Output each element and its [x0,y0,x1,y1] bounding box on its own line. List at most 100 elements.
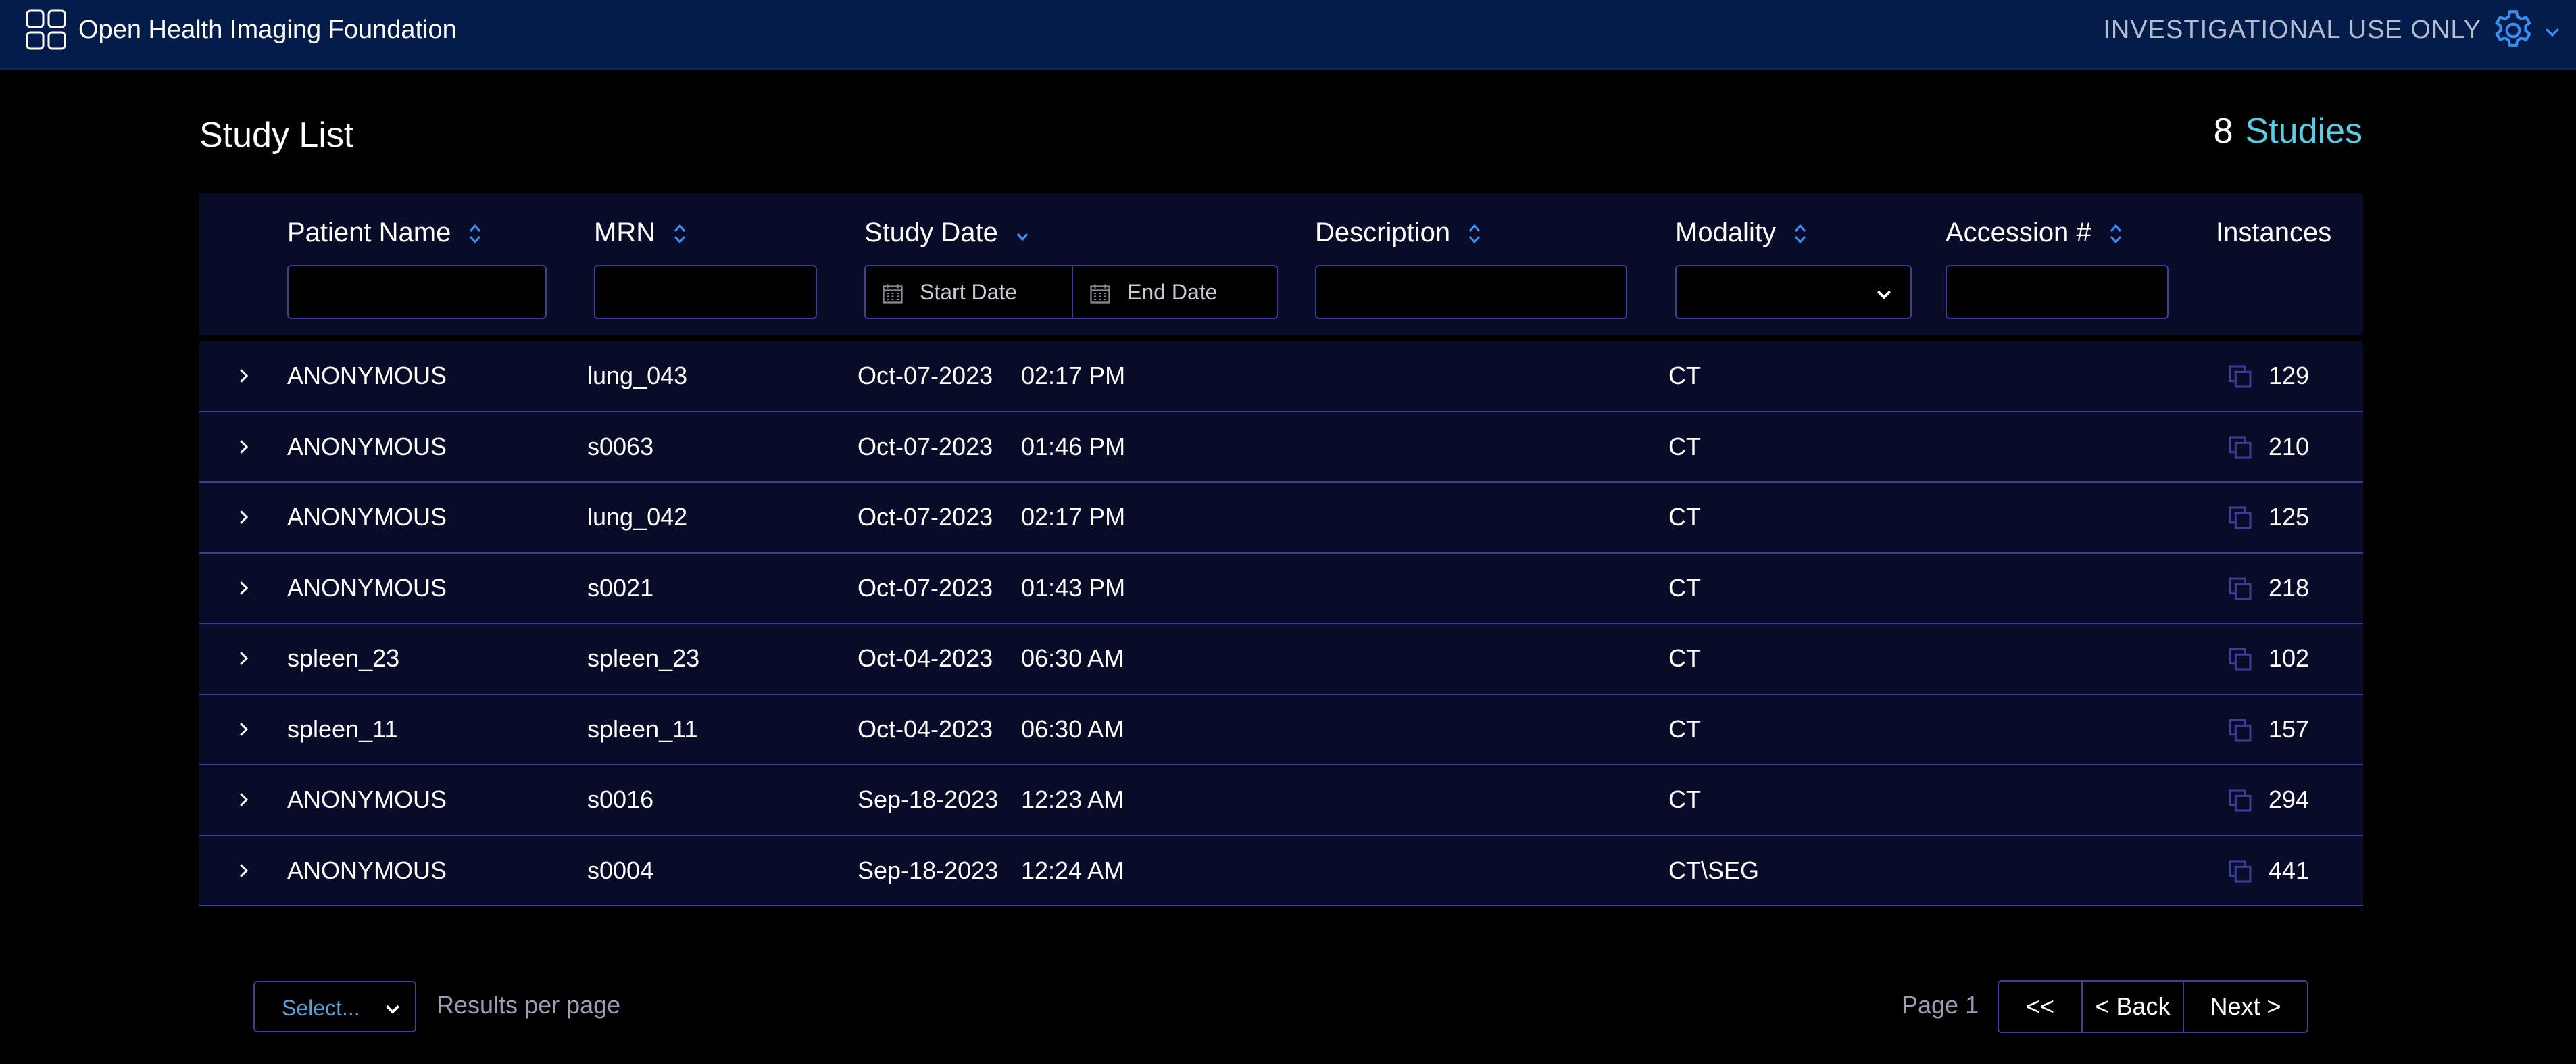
chevron-down-icon [2546,28,2559,37]
settings-button[interactable] [2490,7,2565,54]
study-date-range-filter: Start Date End Date [864,265,1278,319]
column-label: MRN [594,218,656,247]
study-time-cell: 01:43 PM [1021,573,1126,602]
chevron-right-icon[interactable] [233,861,253,881]
series-stack-icon [2229,506,2252,529]
patient-name-cell: spleen_11 [287,715,398,743]
modality-cell: CT [1668,785,1701,813]
modality-cell: CT [1668,715,1701,743]
study-time-cell: 02:17 PM [1021,503,1126,531]
sort-icon [2110,224,2121,244]
sort-icon [470,224,481,244]
chevron-right-icon[interactable] [233,719,253,740]
column-label: Study Date [864,218,998,247]
accession-filter[interactable] [1946,265,2169,319]
table-row[interactable]: ANONYMOUS s0021 Oct-07-2023 01:43 PM CT … [199,553,2363,624]
sort-icon [674,224,686,244]
series-stack-icon [2229,860,2252,882]
investigational-notice: INVESTIGATIONAL USE ONLY [2103,16,2481,44]
instances-cell: 157 [2269,715,2310,743]
study-date-cell: Sep-18-2023 [858,856,999,884]
mrn-filter[interactable] [594,265,817,319]
series-stack-icon [2229,365,2252,388]
column-header-study-date[interactable]: Study Date [864,214,1030,251]
app-title: Open Health Imaging Foundation [78,16,457,44]
patient-name-cell: ANONYMOUS [287,856,447,884]
patient-name-cell: ANONYMOUS [287,785,447,813]
modality-cell: CT [1668,362,1701,389]
chevron-right-icon[interactable] [233,437,253,457]
results-per-page-label: Results per page [437,991,621,1019]
mrn-cell: lung_042 [587,503,688,531]
patient-name-cell: ANONYMOUS [287,432,447,460]
column-header-accession[interactable]: Accession # [1946,214,2123,251]
table-row[interactable]: spleen_11 spleen_11 Oct-04-2023 06:30 AM… [199,694,2363,765]
series-stack-icon [2229,436,2252,458]
next-button[interactable]: Next > [2183,982,2307,1032]
study-count-label: Studies [2245,112,2362,151]
start-date-input[interactable]: Start Date [866,266,1072,318]
mrn-cell: s0063 [587,432,654,460]
end-date-input[interactable]: End Date [1072,266,1278,318]
patient-name-cell: ANONYMOUS [287,503,447,531]
pagination: << < Back Next > [1998,980,2308,1033]
study-date-cell: Oct-07-2023 [858,503,993,531]
table-row[interactable]: ANONYMOUS s0004 Sep-18-2023 12:24 AM CT\… [199,836,2363,906]
table-row[interactable]: ANONYMOUS lung_042 Oct-07-2023 02:17 PM … [199,483,2363,554]
column-header-modality[interactable]: Modality [1675,214,1808,251]
chevron-down-icon [1877,290,1891,299]
chevron-right-icon[interactable] [233,507,253,527]
back-button[interactable]: < Back [2081,982,2183,1032]
column-header-description[interactable]: Description [1315,214,1482,251]
chevron-right-icon[interactable] [233,366,253,386]
study-time-cell: 06:30 AM [1021,715,1124,743]
modality-cell: CT [1668,432,1701,460]
table-row[interactable]: ANONYMOUS lung_043 Oct-07-2023 02:17 PM … [199,341,2363,412]
mrn-cell: s0004 [587,856,654,884]
page-indicator: Page 1 [1902,991,1979,1019]
chevron-down-icon [385,1005,400,1014]
series-stack-icon [2229,719,2252,741]
calendar-icon [883,284,903,304]
series-stack-icon [2229,577,2252,600]
study-count: 8 Studies [2214,110,2362,153]
chevron-right-icon[interactable] [233,790,253,810]
app-header: Open Health Imaging Foundation INVESTIGA… [0,0,2576,70]
modality-cell: CT [1668,644,1701,672]
modality-cell: CT\SEG [1668,856,1760,884]
mrn-cell: spleen_23 [587,644,700,672]
column-label: Modality [1675,218,1776,247]
instances-cell: 129 [2269,362,2310,389]
table-row[interactable]: ANONYMOUS s0063 Oct-07-2023 01:46 PM CT … [199,412,2363,483]
study-time-cell: 02:17 PM [1021,362,1126,389]
table-row[interactable]: spleen_23 spleen_23 Oct-04-2023 06:30 AM… [199,624,2363,695]
chevron-right-icon[interactable] [233,648,253,669]
column-header-patient-name[interactable]: Patient Name [287,214,482,251]
grid-icon[interactable] [24,8,68,51]
gear-icon [2495,10,2531,47]
instances-cell: 210 [2269,432,2310,460]
study-date-cell: Sep-18-2023 [858,785,999,813]
patient-name-filter[interactable] [287,265,547,319]
results-per-page-select[interactable]: Select... [253,981,416,1032]
modality-filter-select[interactable] [1675,265,1912,319]
first-page-button[interactable]: << [1999,982,2081,1032]
instances-cell: 102 [2269,644,2310,672]
series-stack-icon [2229,789,2252,812]
modality-cell: CT [1668,573,1701,602]
description-filter[interactable] [1315,265,1627,319]
study-date-cell: Oct-07-2023 [858,362,993,389]
table-row[interactable]: ANONYMOUS s0016 Sep-18-2023 12:23 AM CT … [199,765,2363,836]
chevron-right-icon[interactable] [233,578,253,598]
sort-icon [1794,224,1806,244]
mrn-cell: lung_043 [587,362,688,389]
study-table: Patient Name MRN Study Date Description … [199,193,2363,906]
mrn-cell: s0021 [587,573,654,602]
study-count-number: 8 [2213,112,2233,151]
study-time-cell: 12:24 AM [1021,856,1124,884]
mrn-cell: spleen_11 [587,715,698,743]
column-header-mrn[interactable]: MRN [594,214,687,251]
table-body: ANONYMOUS lung_043 Oct-07-2023 02:17 PM … [199,341,2363,906]
study-date-cell: Oct-04-2023 [858,644,993,672]
column-label: Instances [2216,218,2332,247]
